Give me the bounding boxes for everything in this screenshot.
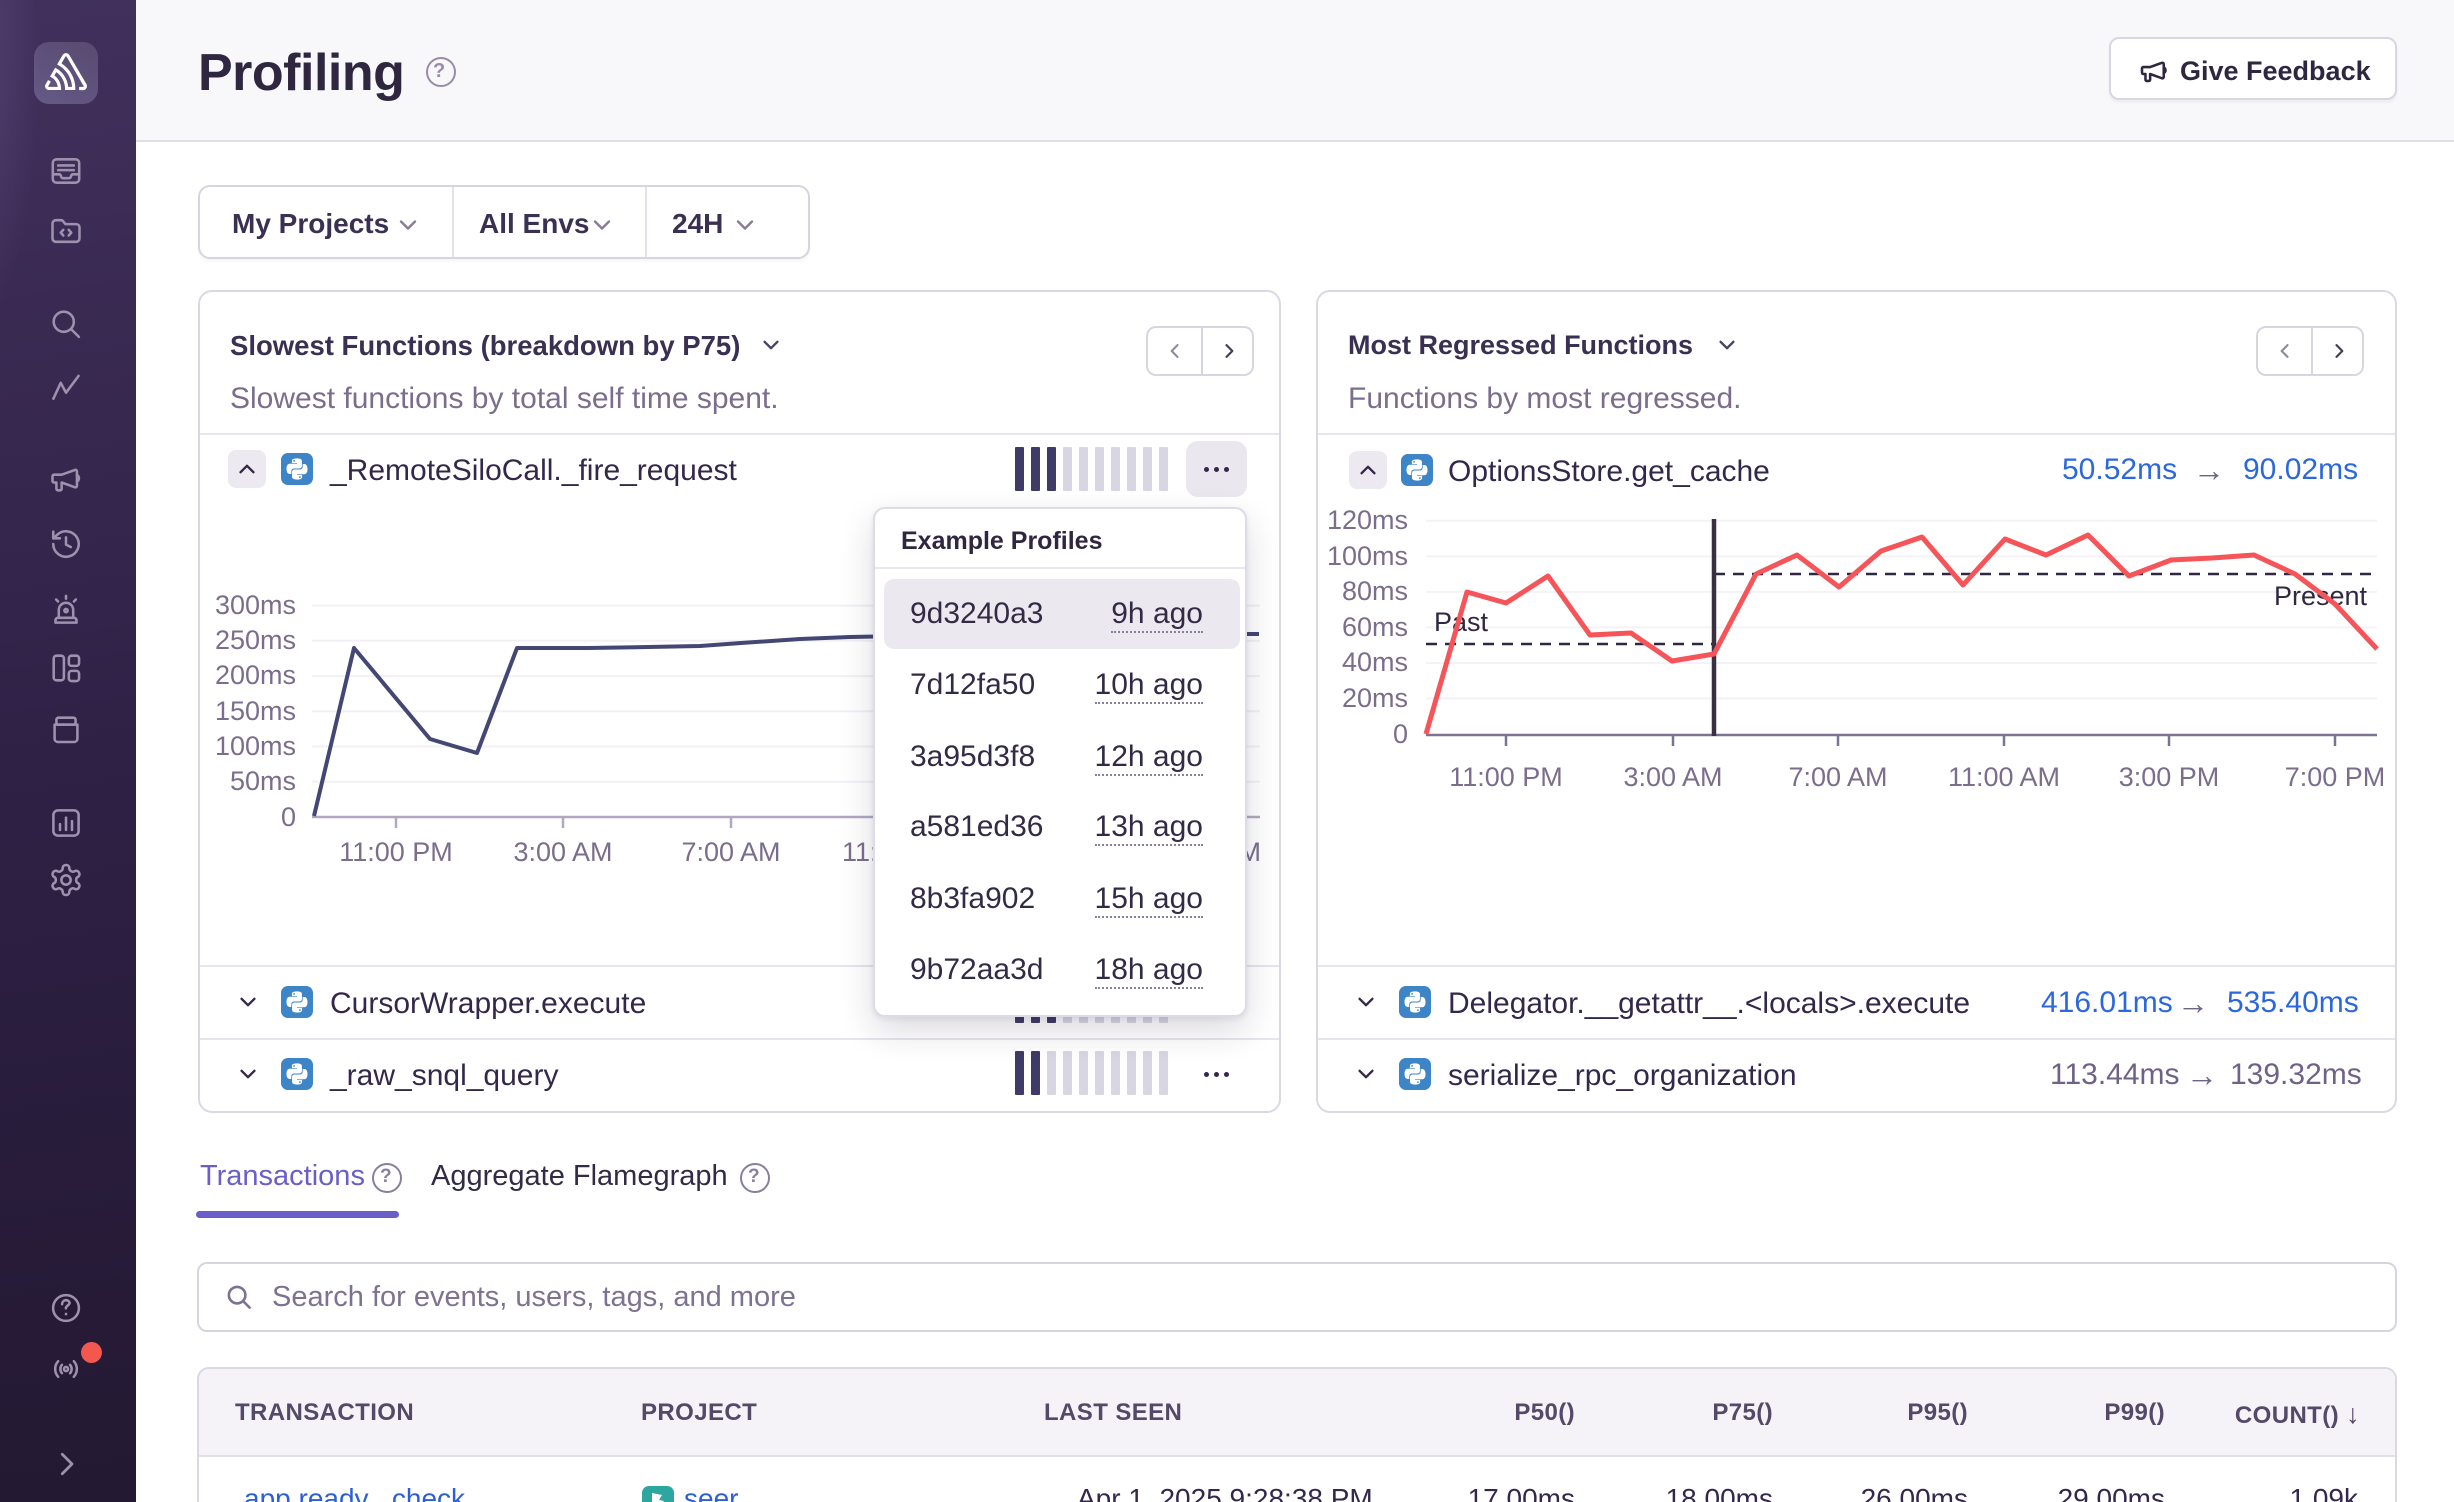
svg-text:7:00 AM: 7:00 AM <box>681 837 780 867</box>
svg-text:3:00 AM: 3:00 AM <box>513 837 612 867</box>
svg-text:150ms: 150ms <box>215 696 296 726</box>
svg-text:40ms: 40ms <box>1342 647 1408 677</box>
svg-text:80ms: 80ms <box>1342 576 1408 606</box>
svg-text:20ms: 20ms <box>1342 683 1408 713</box>
svg-text:11:00 PM: 11:00 PM <box>339 837 453 867</box>
svg-text:120ms: 120ms <box>1327 505 1408 535</box>
svg-text:50ms: 50ms <box>230 766 296 796</box>
svg-text:7:00 PM: 7:00 PM <box>2285 762 2386 792</box>
svg-text:300ms: 300ms <box>215 590 296 620</box>
svg-text:100ms: 100ms <box>215 731 296 761</box>
svg-text:11:00 PM: 11:00 PM <box>1449 762 1563 792</box>
svg-text:100ms: 100ms <box>1327 541 1408 571</box>
svg-text:60ms: 60ms <box>1342 612 1408 642</box>
svg-text:250ms: 250ms <box>215 625 296 655</box>
svg-text:3:00 PM: 3:00 PM <box>2119 762 2220 792</box>
svg-text:0: 0 <box>1393 719 1408 749</box>
svg-text:11:00 AM: 11:00 AM <box>1948 762 2060 792</box>
svg-text:7:00 AM: 7:00 AM <box>1788 762 1887 792</box>
svg-text:3:00 AM: 3:00 AM <box>1623 762 1722 792</box>
svg-text:200ms: 200ms <box>215 660 296 690</box>
svg-text:0: 0 <box>281 802 296 832</box>
